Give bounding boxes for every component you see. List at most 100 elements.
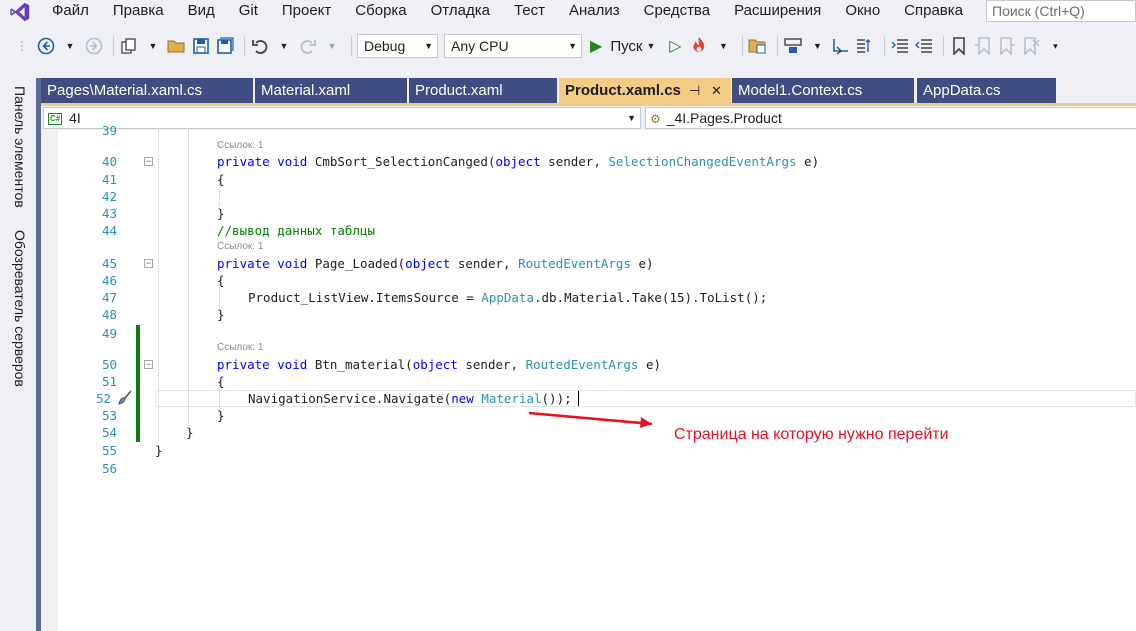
code-text: } bbox=[217, 408, 225, 423]
comment-lines-icon[interactable] bbox=[890, 34, 910, 58]
folder-view-icon[interactable] bbox=[748, 34, 768, 58]
clear-bookmarks-icon[interactable] bbox=[1021, 34, 1041, 58]
code-text: private void Page_Loaded(object sender, … bbox=[217, 256, 654, 271]
collapse-icon[interactable]: − bbox=[144, 259, 153, 268]
play-icon: ▶ bbox=[590, 38, 603, 55]
code-text: private void CmbSort_SelectionCanged(obj… bbox=[217, 154, 820, 169]
collapse-icon[interactable]: − bbox=[144, 360, 153, 369]
menu-analyze[interactable]: Анализ bbox=[557, 0, 632, 24]
step-into-icon[interactable] bbox=[831, 34, 851, 58]
format-document-icon[interactable] bbox=[855, 34, 875, 58]
tab-label: Pages\Material.xaml.cs bbox=[47, 82, 203, 99]
line-number: 48 bbox=[101, 307, 117, 322]
menu-tools[interactable]: Средства bbox=[632, 0, 722, 24]
collapse-icon[interactable]: − bbox=[144, 157, 153, 166]
hot-reload-icon[interactable] bbox=[689, 34, 709, 58]
line-number: 53 bbox=[101, 408, 117, 423]
server-explorer-tab[interactable]: Обозреватель серверов bbox=[8, 222, 32, 394]
codelens-references[interactable]: Ссылок: 1 bbox=[217, 341, 263, 355]
code-line: 46 { bbox=[41, 272, 1136, 289]
line-number: 51 bbox=[101, 374, 117, 389]
toolbox-tab[interactable]: Панель элементов bbox=[8, 82, 32, 212]
menu-help[interactable]: Справка bbox=[892, 0, 975, 24]
code-text: { bbox=[217, 273, 225, 288]
tab-appdata-cs[interactable]: AppData.cs bbox=[917, 78, 1056, 103]
tab-label: Product.xaml bbox=[415, 82, 503, 99]
tab-material-xaml[interactable]: Material.xaml bbox=[255, 78, 407, 103]
line-number: 52 bbox=[95, 391, 111, 406]
line-number: 42 bbox=[101, 189, 117, 204]
solution-platform-select[interactable]: Any CPU ▼ bbox=[444, 34, 582, 58]
toolbar: ⋮ ▼ ▼ ▼ ▼ Debug ▼ Any CPU ▼ ▶ Пуск ▼ ▷ ▼ bbox=[0, 28, 1136, 64]
code-text: { bbox=[217, 374, 225, 389]
chevron-down-icon: ▼ bbox=[646, 41, 656, 51]
toolbar-separator bbox=[113, 36, 114, 56]
line-number: 49 bbox=[101, 326, 117, 341]
redo-icon[interactable] bbox=[298, 34, 318, 58]
search-input[interactable]: Поиск (Ctrl+Q) bbox=[986, 0, 1136, 22]
tab-product-xaml-cs[interactable]: Product.xaml.cs ⊣ ✕ bbox=[559, 78, 731, 103]
redo-dropdown-icon[interactable]: ▼ bbox=[322, 34, 342, 58]
save-all-icon[interactable] bbox=[215, 34, 235, 58]
menu-edit[interactable]: Правка bbox=[101, 0, 176, 24]
uncomment-lines-icon[interactable] bbox=[914, 34, 934, 58]
undo-dropdown-icon[interactable]: ▼ bbox=[274, 34, 294, 58]
overflow-dropdown-icon[interactable]: ▼ bbox=[807, 34, 827, 58]
start-button[interactable]: ▶ Пуск ▼ bbox=[588, 34, 657, 58]
pin-icon[interactable]: ⊣ bbox=[689, 78, 700, 103]
line-number: 54 bbox=[101, 425, 117, 440]
menu-view[interactable]: Вид bbox=[176, 0, 227, 24]
drag-grip-icon[interactable]: ⋮ bbox=[12, 34, 32, 58]
annotation-arrow bbox=[528, 411, 653, 428]
codelens-references[interactable]: Ссылок: 1 bbox=[217, 240, 263, 254]
menu-test[interactable]: Тест bbox=[502, 0, 557, 24]
toolbar-options-icon[interactable]: ▾ bbox=[1045, 34, 1065, 58]
menu-debug[interactable]: Отладка bbox=[419, 0, 502, 24]
menu-git[interactable]: Git bbox=[227, 0, 270, 24]
new-project-dropdown-icon[interactable]: ▼ bbox=[143, 34, 163, 58]
codelens-references[interactable]: Ссылок: 1 bbox=[217, 139, 263, 153]
chevron-down-icon: ▼ bbox=[424, 41, 433, 51]
annotation-text: Страница на которую нужно перейти bbox=[674, 426, 949, 443]
browser-link-icon[interactable] bbox=[783, 34, 803, 58]
save-icon[interactable] bbox=[191, 34, 211, 58]
code-line: 52 NavigationService.Navigate(new Materi… bbox=[41, 390, 1136, 407]
menu-project[interactable]: Проект bbox=[270, 0, 343, 24]
new-project-icon[interactable] bbox=[119, 34, 139, 58]
line-number: 46 bbox=[101, 273, 117, 288]
start-without-debugging-icon[interactable]: ▷ bbox=[665, 34, 685, 58]
hot-reload-dropdown-icon[interactable]: ▼ bbox=[713, 34, 733, 58]
menu-bar: Файл Правка Вид Git Проект Сборка Отладк… bbox=[0, 0, 1136, 24]
line-number: 39 bbox=[101, 123, 117, 138]
tab-pages-material-xaml-cs[interactable]: Pages\Material.xaml.cs bbox=[41, 78, 253, 103]
code-line: 47 Product_ListView.ItemsSource = AppDat… bbox=[41, 289, 1136, 306]
toolbar-separator bbox=[884, 36, 886, 56]
menu-build[interactable]: Сборка bbox=[343, 0, 418, 24]
menu-file[interactable]: Файл bbox=[40, 0, 101, 24]
start-button-label: Пуск bbox=[610, 37, 643, 55]
bookmark-icon[interactable] bbox=[949, 34, 969, 58]
menu-window[interactable]: Окно bbox=[833, 0, 892, 24]
back-icon[interactable] bbox=[36, 34, 56, 58]
tab-label: Product.xaml.cs bbox=[565, 82, 681, 99]
close-icon[interactable]: ✕ bbox=[711, 78, 722, 103]
forward-icon[interactable] bbox=[84, 34, 104, 58]
solution-configuration-select[interactable]: Debug ▼ bbox=[357, 34, 438, 58]
visual-studio-logo-icon[interactable] bbox=[0, 0, 40, 24]
tab-model1-context-cs[interactable]: Model1.Context.cs bbox=[732, 78, 914, 103]
back-dropdown-icon[interactable]: ▼ bbox=[60, 34, 80, 58]
code-editor[interactable]: 39 Ссылок: 1 40 − private void CmbSort_S… bbox=[41, 123, 1136, 631]
code-line: 56 bbox=[41, 460, 1136, 477]
solution-platform-value: Any CPU bbox=[451, 38, 509, 54]
tab-product-xaml[interactable]: Product.xaml bbox=[409, 78, 557, 103]
code-text: { bbox=[217, 172, 225, 187]
line-number: 43 bbox=[101, 206, 117, 221]
code-line: 41 { bbox=[41, 171, 1136, 188]
previous-bookmark-icon[interactable] bbox=[973, 34, 993, 58]
open-folder-icon[interactable] bbox=[167, 34, 187, 58]
line-number: 44 bbox=[101, 223, 117, 238]
undo-icon[interactable] bbox=[250, 34, 270, 58]
next-bookmark-icon[interactable] bbox=[997, 34, 1017, 58]
menu-extensions[interactable]: Расширения bbox=[722, 0, 833, 24]
code-text: } bbox=[217, 307, 225, 322]
